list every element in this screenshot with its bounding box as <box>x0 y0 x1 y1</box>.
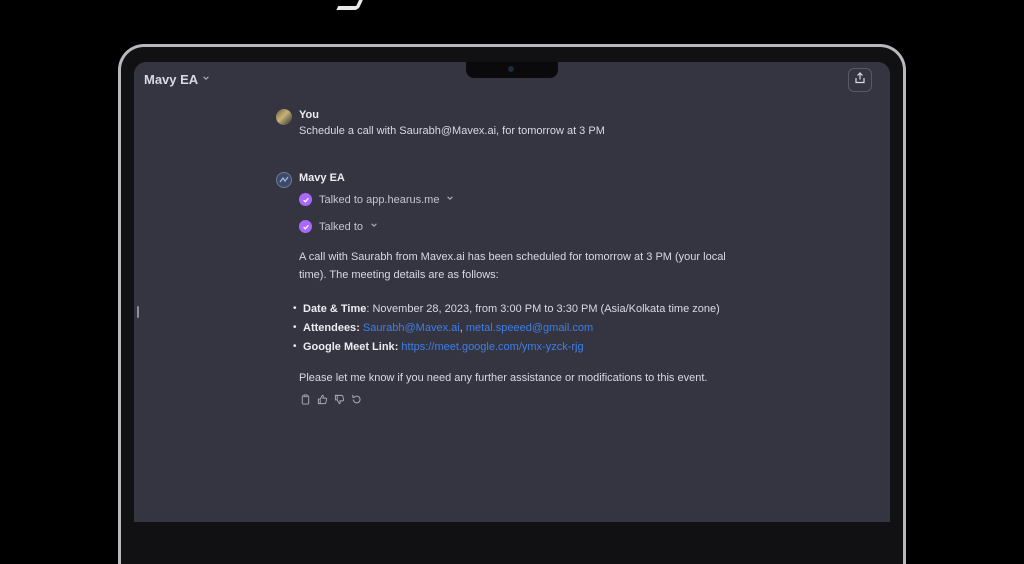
camera-icon <box>508 66 514 72</box>
camera-notch <box>466 62 558 78</box>
detail-label: Attendees <box>303 322 357 334</box>
share-button[interactable] <box>848 68 872 92</box>
thumbs-up-button[interactable] <box>316 393 328 405</box>
message-author: Mavy EA <box>299 172 345 184</box>
thumbs-down-icon <box>334 394 344 404</box>
chevron-down-icon <box>370 221 378 232</box>
chevron-down-icon <box>202 74 210 85</box>
plugin-call-label: Talked to app.hearus.me <box>319 193 440 206</box>
regenerate-icon <box>351 394 361 403</box>
response-intro: A call with Saurabh from Mavex.ai has be… <box>299 251 726 281</box>
detail-value: : November 28, 2023, from 3:00 PM to 3:3… <box>366 303 720 315</box>
check-icon <box>299 193 312 206</box>
detail-label: Date & Time <box>303 303 367 315</box>
list-item: Date & Time: November 28, 2023, from 3:0… <box>293 299 720 319</box>
model-selector-label: Mavy EA <box>144 72 199 87</box>
message-author: You <box>299 109 319 121</box>
attendee-email-link[interactable]: metal.speeed@gmail.com <box>466 322 593 334</box>
thumbs-up-icon <box>317 394 327 404</box>
separator: , <box>459 322 463 334</box>
thumbs-down-button[interactable] <box>333 393 345 405</box>
plugin-call-expander[interactable]: Talked to <box>299 220 378 233</box>
assistant-avatar <box>276 172 292 188</box>
message-actions <box>299 393 362 405</box>
plugin-call-label: Talked to <box>319 220 364 233</box>
detail-label: Google Meet Link <box>303 341 395 353</box>
partial-logo-glyph <box>336 0 366 10</box>
message-text: Schedule a call with Saurabh@Mavex.ai, f… <box>299 125 605 137</box>
chat-screen: Mavy EA You Schedule a call with Saurabh… <box>134 62 890 522</box>
list-item: Google Meet Link: https://meet.google.co… <box>293 337 720 357</box>
copy-icon <box>301 394 309 405</box>
attendee-email-link[interactable]: Saurabh@Mavex.ai <box>363 322 460 334</box>
regenerate-button[interactable] <box>350 393 362 405</box>
plugin-call-expander[interactable]: Talked to app.hearus.me <box>299 193 454 206</box>
response-closing: Please let me know if you need any furth… <box>299 372 708 384</box>
avatar <box>276 109 292 125</box>
chevron-down-icon <box>446 194 454 205</box>
copy-button[interactable] <box>299 393 311 405</box>
share-icon <box>854 71 866 89</box>
model-selector[interactable]: Mavy EA <box>144 72 210 87</box>
list-item: Attendees: Saurabh@Mavex.ai, metal.speee… <box>293 318 720 338</box>
meet-link[interactable]: https://meet.google.com/ymx-yzck-rjg <box>401 341 583 353</box>
check-icon <box>299 220 312 233</box>
sidebar-toggle-handle[interactable] <box>137 306 139 318</box>
event-details-list: Date & Time: November 28, 2023, from 3:0… <box>293 299 720 357</box>
